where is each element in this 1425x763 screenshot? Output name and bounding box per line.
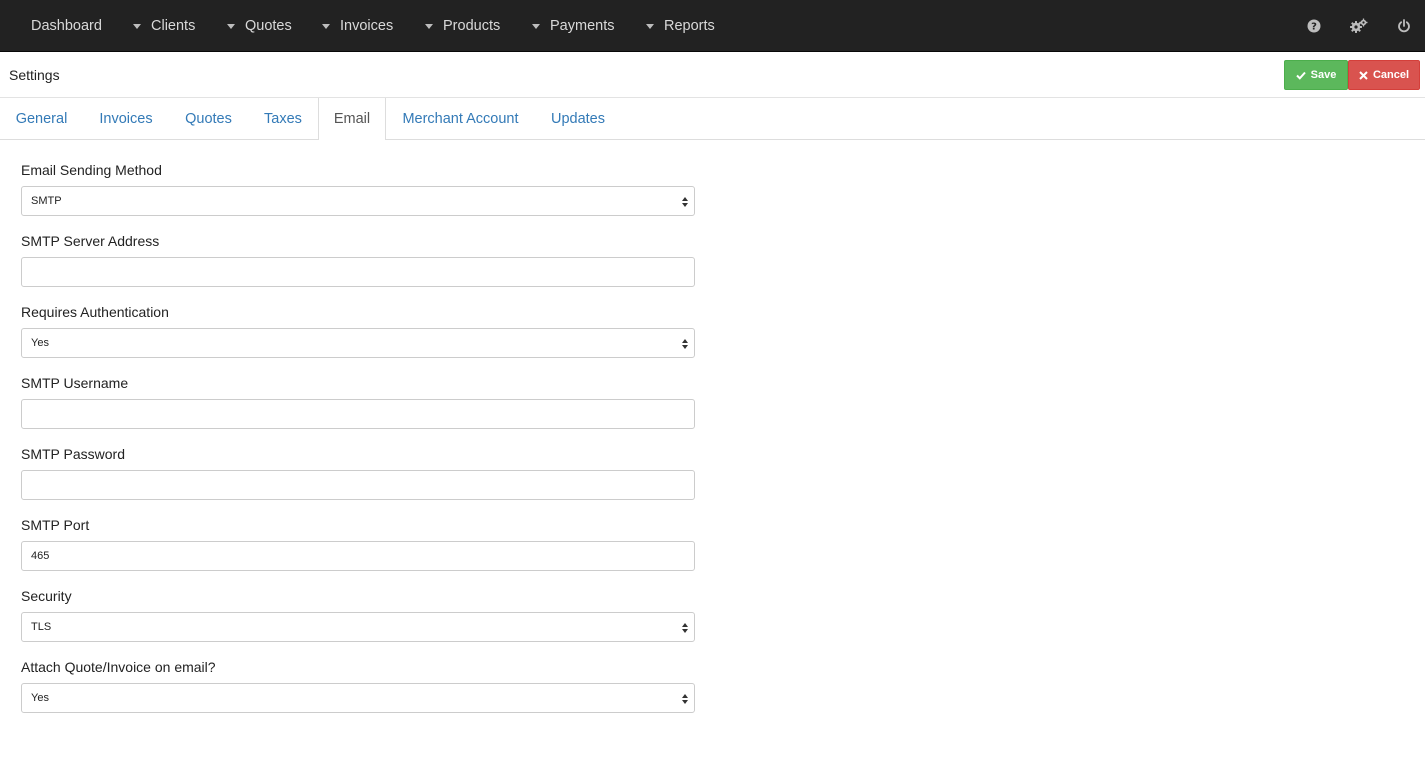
nav-dashboard-label: Dashboard [31, 18, 102, 34]
smtp-username-label: SMTP Username [21, 375, 129, 391]
caret-down-icon [425, 23, 433, 29]
email-sending-method-value: SMTP [31, 195, 62, 207]
check-icon [1295, 71, 1306, 80]
cancel-button-label: Cancel [1372, 69, 1410, 81]
smtp-port-input[interactable]: 465 [21, 541, 695, 571]
nav-quotes-label: Quotes [245, 18, 292, 34]
smtp-server-address-label: SMTP Server Address [21, 233, 160, 249]
save-button[interactable]: Save [1284, 60, 1348, 90]
top-navbar: Dashboard Clients Quotes Invoices Produc… [0, 0, 1425, 52]
caret-down-icon [532, 23, 540, 29]
tab-invoices[interactable]: Invoices [83, 98, 169, 140]
requires-authentication-label: Requires Authentication [21, 304, 169, 320]
nav-products-label: Products [443, 18, 501, 34]
tab-invoices-label: Invoices [99, 111, 153, 127]
attach-document-value: Yes [31, 692, 49, 704]
page-title: Settings [9, 67, 60, 83]
gears-icon[interactable] [1349, 16, 1369, 36]
caret-down-icon [646, 23, 654, 29]
nav-dashboard[interactable]: Dashboard [31, 0, 102, 52]
question-circle-icon[interactable]: ? [1304, 16, 1324, 36]
nav-payments[interactable]: Payments [532, 0, 614, 52]
nav-payments-label: Payments [550, 18, 615, 34]
smtp-username-input[interactable] [21, 399, 695, 429]
tab-quotes-label: Quotes [185, 111, 232, 127]
tab-merchant-account[interactable]: Merchant Account [386, 98, 535, 140]
tab-taxes[interactable]: Taxes [248, 98, 318, 140]
caret-down-icon [133, 23, 141, 29]
tab-general[interactable]: General [0, 98, 83, 140]
cancel-button[interactable]: Cancel [1348, 60, 1420, 90]
select-arrows-icon [682, 694, 688, 704]
nav-products[interactable]: Products [425, 0, 500, 52]
tab-quotes[interactable]: Quotes [169, 98, 248, 140]
email-sending-method-label: Email Sending Method [21, 162, 162, 178]
settings-tabs: General Invoices Quotes Taxes Email Merc… [0, 98, 1425, 140]
tab-email-label: Email [333, 111, 371, 127]
caret-down-icon [227, 23, 235, 29]
smtp-password-input[interactable] [21, 470, 695, 500]
nav-reports[interactable]: Reports [646, 0, 715, 52]
smtp-port-label: SMTP Port [21, 517, 90, 533]
tab-merchant-account-label: Merchant Account [402, 111, 519, 127]
caret-down-icon [322, 23, 330, 29]
tab-taxes-label: Taxes [264, 111, 302, 127]
nav-clients[interactable]: Clients [133, 0, 195, 52]
header-bar: Settings Save Cancel [0, 52, 1425, 98]
security-value: TLS [31, 621, 52, 633]
select-arrows-icon [682, 339, 688, 349]
smtp-port-value: 465 [31, 550, 50, 562]
security-select[interactable]: TLS [21, 612, 695, 642]
nav-clients-label: Clients [151, 18, 196, 34]
nav-quotes[interactable]: Quotes [227, 0, 292, 52]
requires-authentication-value: Yes [31, 337, 49, 349]
power-off-icon[interactable] [1394, 16, 1414, 36]
smtp-password-label: SMTP Password [21, 446, 125, 462]
tab-email[interactable]: Email [318, 98, 386, 140]
select-arrows-icon [682, 197, 688, 207]
tab-updates[interactable]: Updates [535, 98, 621, 140]
save-button-label: Save [1310, 69, 1337, 81]
nav-invoices-label: Invoices [340, 18, 394, 34]
select-arrows-icon [682, 623, 688, 633]
smtp-server-address-input[interactable] [21, 257, 695, 287]
tab-updates-label: Updates [550, 111, 605, 127]
times-icon [1359, 70, 1368, 80]
email-sending-method-select[interactable]: SMTP [21, 186, 695, 216]
nav-invoices[interactable]: Invoices [322, 0, 393, 52]
svg-text:?: ? [1311, 22, 1317, 33]
security-label: Security [21, 588, 72, 604]
requires-authentication-select[interactable]: Yes [21, 328, 695, 358]
attach-document-label: Attach Quote/Invoice on email? [21, 659, 216, 675]
attach-document-select[interactable]: Yes [21, 683, 695, 713]
nav-reports-label: Reports [664, 18, 715, 34]
tab-general-label: General [15, 111, 68, 127]
